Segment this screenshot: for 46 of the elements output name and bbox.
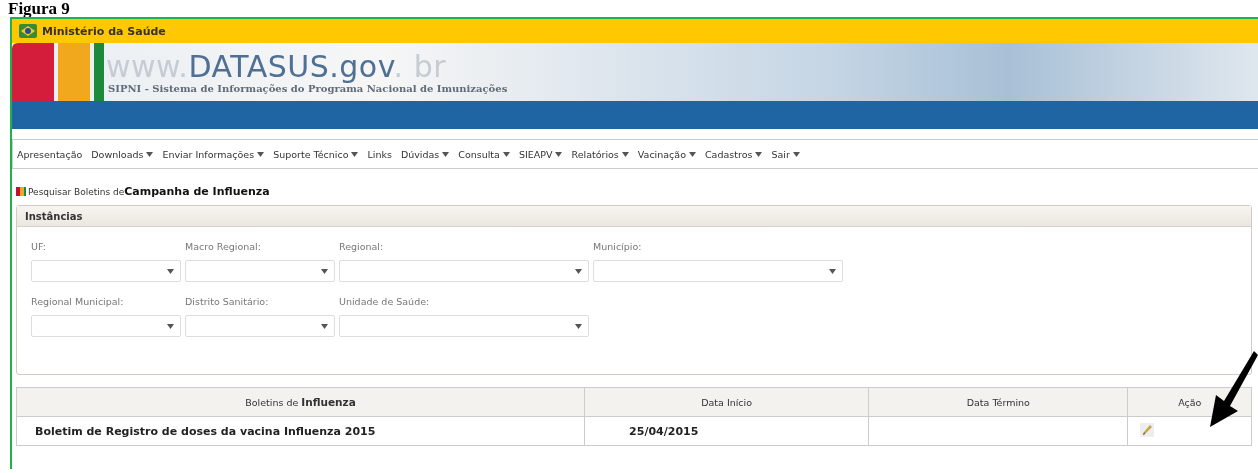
menu-item[interactable]: Enviar Informações — [162, 148, 265, 160]
field-label: Macro Regional: — [185, 241, 262, 252]
page-title: Pesquisar Boletins deCampanha de Influenza — [28, 184, 270, 198]
menu-item[interactable]: Suporte Técnico — [273, 148, 359, 160]
menu-item[interactable]: Consulta — [458, 148, 510, 160]
menu-item[interactable]: SIEAPV — [518, 148, 563, 160]
table-cell: Boletim de Registro de doses da vacina Influenza 2015 — [16, 416, 585, 446]
select-field[interactable] — [185, 315, 335, 337]
menu-item[interactable]: Vacinação — [637, 148, 696, 160]
field-label: Regional: — [339, 241, 385, 252]
menu-item[interactable]: Sair — [771, 148, 800, 160]
dropdown-caret-icon — [829, 268, 836, 274]
dropdown-caret-icon — [575, 323, 582, 329]
menu-item[interactable]: Relatórios — [571, 148, 629, 160]
column-header: Data Início — [584, 387, 869, 417]
dropdown-caret-icon — [167, 323, 174, 329]
dropdown-caret-icon — [321, 268, 328, 274]
menu-item[interactable]: Cadastros — [704, 148, 763, 160]
dropdown-caret-icon — [167, 268, 174, 274]
figure-caption: Figura 9 — [7, 0, 70, 17]
select-field[interactable] — [185, 260, 335, 282]
emblem-icon — [18, 23, 38, 39]
field-label: Município: — [593, 241, 643, 252]
select-field[interactable] — [339, 260, 589, 282]
field-label: Regional Municipal: — [31, 296, 125, 307]
select-field[interactable] — [31, 260, 181, 282]
dropdown-caret-icon — [575, 268, 582, 274]
menu-item[interactable]: Dúvidas — [400, 148, 450, 160]
field-label: Distrito Sanitário: — [185, 296, 270, 307]
field-label: UF: — [31, 241, 47, 252]
dropdown-caret-icon — [321, 323, 328, 329]
flag-icon — [16, 186, 27, 196]
system-subtitle: SIPNI - Sistema de Informações do Programa Nacional de Imunizações — [107, 82, 508, 94]
column-header: Boletins de Influenza — [16, 387, 585, 417]
menu-item[interactable]: Apresentação — [17, 148, 83, 160]
edit-icon[interactable] — [1140, 422, 1155, 437]
select-field[interactable] — [593, 260, 843, 282]
column-header: Data Término — [868, 387, 1128, 417]
menu-item[interactable]: Links — [367, 148, 392, 160]
field-label: Unidade de Saúde: — [339, 296, 431, 307]
select-field[interactable] — [31, 315, 181, 337]
ministry-title: Ministério da Saúde — [42, 24, 166, 38]
menu-item[interactable]: Downloads — [91, 148, 154, 160]
table-cell: 25/04/2015 — [584, 416, 869, 446]
panel-title: Instâncias — [25, 210, 83, 222]
select-field[interactable] — [339, 315, 589, 337]
